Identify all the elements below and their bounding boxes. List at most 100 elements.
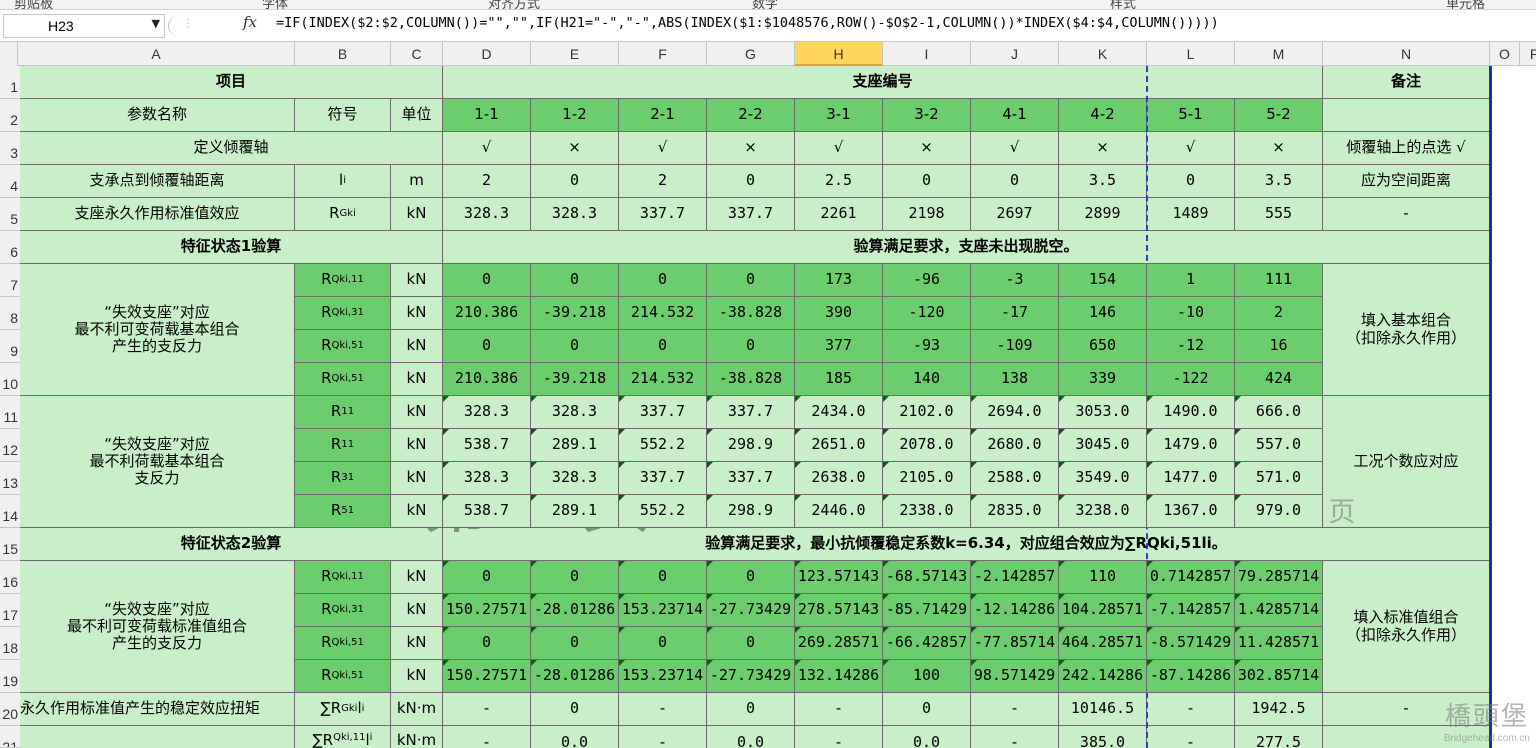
value-cell[interactable]: 0 — [707, 561, 795, 594]
cell-m21[interactable]: 277.5 — [1235, 726, 1323, 748]
cell-m3[interactable]: × — [1235, 132, 1323, 165]
cell-c5-unit[interactable]: kN — [391, 198, 443, 231]
column-header-b[interactable]: B — [295, 42, 391, 66]
value-cell[interactable]: -39.218 — [531, 363, 619, 396]
cell-c4-unit[interactable]: m — [391, 165, 443, 198]
symbol-cell[interactable]: R Qki,31 — [295, 297, 391, 330]
value-cell[interactable]: 146 — [1059, 297, 1147, 330]
cell-l21[interactable]: - — [1147, 726, 1235, 748]
cell-i5[interactable]: 2198 — [883, 198, 971, 231]
value-cell[interactable]: 390 — [795, 297, 883, 330]
value-cell[interactable]: 2651.0 — [795, 429, 883, 462]
cell-g21[interactable]: 0.0 — [707, 726, 795, 748]
value-cell[interactable]: 0 — [531, 264, 619, 297]
value-cell[interactable]: 289.1 — [531, 429, 619, 462]
value-cell[interactable]: 0 — [619, 627, 707, 660]
cell-g3[interactable]: × — [707, 132, 795, 165]
column-header-e[interactable]: E — [531, 42, 619, 66]
cell-n3-remark[interactable]: 倾覆轴上的点选 √ — [1323, 132, 1490, 165]
cell-h2-bearing[interactable]: 3-1 — [795, 99, 883, 132]
value-cell[interactable]: 110 — [1059, 561, 1147, 594]
cell-c20-unit[interactable]: kN·m — [391, 693, 443, 726]
value-cell[interactable]: 98.571429 — [971, 660, 1059, 693]
cell-h21[interactable]: - — [795, 726, 883, 748]
symbol-cell[interactable]: R 11 — [295, 396, 391, 429]
value-cell[interactable]: 1477.0 — [1147, 462, 1235, 495]
row-header-14[interactable]: 14 — [0, 495, 20, 528]
value-cell[interactable]: 16 — [1235, 330, 1323, 363]
column-header-a[interactable]: A — [18, 42, 295, 66]
cell-g4[interactable]: 0 — [707, 165, 795, 198]
value-cell[interactable]: 153.23714 — [619, 660, 707, 693]
value-cell[interactable]: -3 — [971, 264, 1059, 297]
section-title-state-1[interactable]: 特征状态1验算 — [20, 231, 443, 264]
value-cell[interactable]: 0 — [531, 561, 619, 594]
cell-j3[interactable]: √ — [971, 132, 1059, 165]
value-cell[interactable]: -28.01286 — [531, 660, 619, 693]
value-cell[interactable]: 538.7 — [443, 495, 531, 528]
value-cell[interactable]: 2588.0 — [971, 462, 1059, 495]
value-cell[interactable]: 337.7 — [707, 462, 795, 495]
row-header-6[interactable]: 6 — [0, 231, 20, 264]
row-header-2[interactable]: 2 — [0, 99, 20, 132]
cell-f21[interactable]: - — [619, 726, 707, 748]
value-cell[interactable]: -109 — [971, 330, 1059, 363]
value-cell[interactable]: 1490.0 — [1147, 396, 1235, 429]
value-cell[interactable]: 2338.0 — [883, 495, 971, 528]
value-cell[interactable]: 0 — [619, 330, 707, 363]
unit-cell[interactable]: kN — [391, 561, 443, 594]
cell-d4[interactable]: 2 — [443, 165, 531, 198]
cell-m4[interactable]: 3.5 — [1235, 165, 1323, 198]
cell-d2-bearing[interactable]: 1-1 — [443, 99, 531, 132]
cell-c2-unit[interactable]: 单位 — [391, 99, 443, 132]
value-cell[interactable]: 153.23714 — [619, 594, 707, 627]
cell-d20[interactable]: - — [443, 693, 531, 726]
value-cell[interactable]: 210.386 — [443, 363, 531, 396]
value-cell[interactable]: -77.85714 — [971, 627, 1059, 660]
value-cell[interactable]: 328.3 — [531, 396, 619, 429]
value-cell[interactable]: 424 — [1235, 363, 1323, 396]
value-cell[interactable]: -96 — [883, 264, 971, 297]
cell-k21[interactable]: 385.0 — [1059, 726, 1147, 748]
value-cell[interactable]: -17 — [971, 297, 1059, 330]
value-cell[interactable]: -28.01286 — [531, 594, 619, 627]
value-cell[interactable]: 0 — [443, 330, 531, 363]
cell-n1-remark[interactable]: 备注 — [1323, 66, 1490, 99]
value-cell[interactable]: 337.7 — [707, 396, 795, 429]
value-cell[interactable]: 185 — [795, 363, 883, 396]
cell-b5-symbol[interactable]: R Gki — [295, 198, 391, 231]
value-cell[interactable]: 538.7 — [443, 429, 531, 462]
cell-e4[interactable]: 0 — [531, 165, 619, 198]
section-result-state-1[interactable]: 验算满足要求，支座未出现脱空。 — [443, 231, 1490, 264]
group-label-variable-basic[interactable]: “失效支座”对应 最不利可变荷载基本组合 产生的支反力 — [20, 264, 295, 396]
value-cell[interactable]: 337.7 — [619, 396, 707, 429]
value-cell[interactable]: -66.42857 — [883, 627, 971, 660]
value-cell[interactable]: -27.73429 — [707, 660, 795, 693]
value-cell[interactable]: 269.28571 — [795, 627, 883, 660]
value-cell[interactable]: 552.2 — [619, 429, 707, 462]
cell-l2-bearing[interactable]: 5-1 — [1147, 99, 1235, 132]
value-cell[interactable]: 0 — [443, 561, 531, 594]
cell-d3[interactable]: √ — [443, 132, 531, 165]
column-header-p[interactable]: P — [1520, 42, 1536, 66]
cell-a21[interactable] — [20, 726, 295, 748]
cell-j5[interactable]: 2697 — [971, 198, 1059, 231]
value-cell[interactable]: -120 — [883, 297, 971, 330]
value-cell[interactable]: 328.3 — [443, 396, 531, 429]
cell-d5[interactable]: 328.3 — [443, 198, 531, 231]
cell-b2-symbol[interactable]: 符号 — [295, 99, 391, 132]
value-cell[interactable]: 154 — [1059, 264, 1147, 297]
value-cell[interactable]: 0 — [619, 264, 707, 297]
column-header-i[interactable]: I — [883, 42, 971, 66]
cell-e3[interactable]: × — [531, 132, 619, 165]
cell-h5[interactable]: 2261 — [795, 198, 883, 231]
value-cell[interactable]: 298.9 — [707, 429, 795, 462]
value-cell[interactable]: -38.828 — [707, 363, 795, 396]
value-cell[interactable]: 1479.0 — [1147, 429, 1235, 462]
value-cell[interactable]: 2 — [1235, 297, 1323, 330]
row-header-9[interactable]: 9 — [0, 330, 20, 363]
cell-f3[interactable]: √ — [619, 132, 707, 165]
value-cell[interactable]: 2078.0 — [883, 429, 971, 462]
cell-f20[interactable]: - — [619, 693, 707, 726]
value-cell[interactable]: 2694.0 — [971, 396, 1059, 429]
